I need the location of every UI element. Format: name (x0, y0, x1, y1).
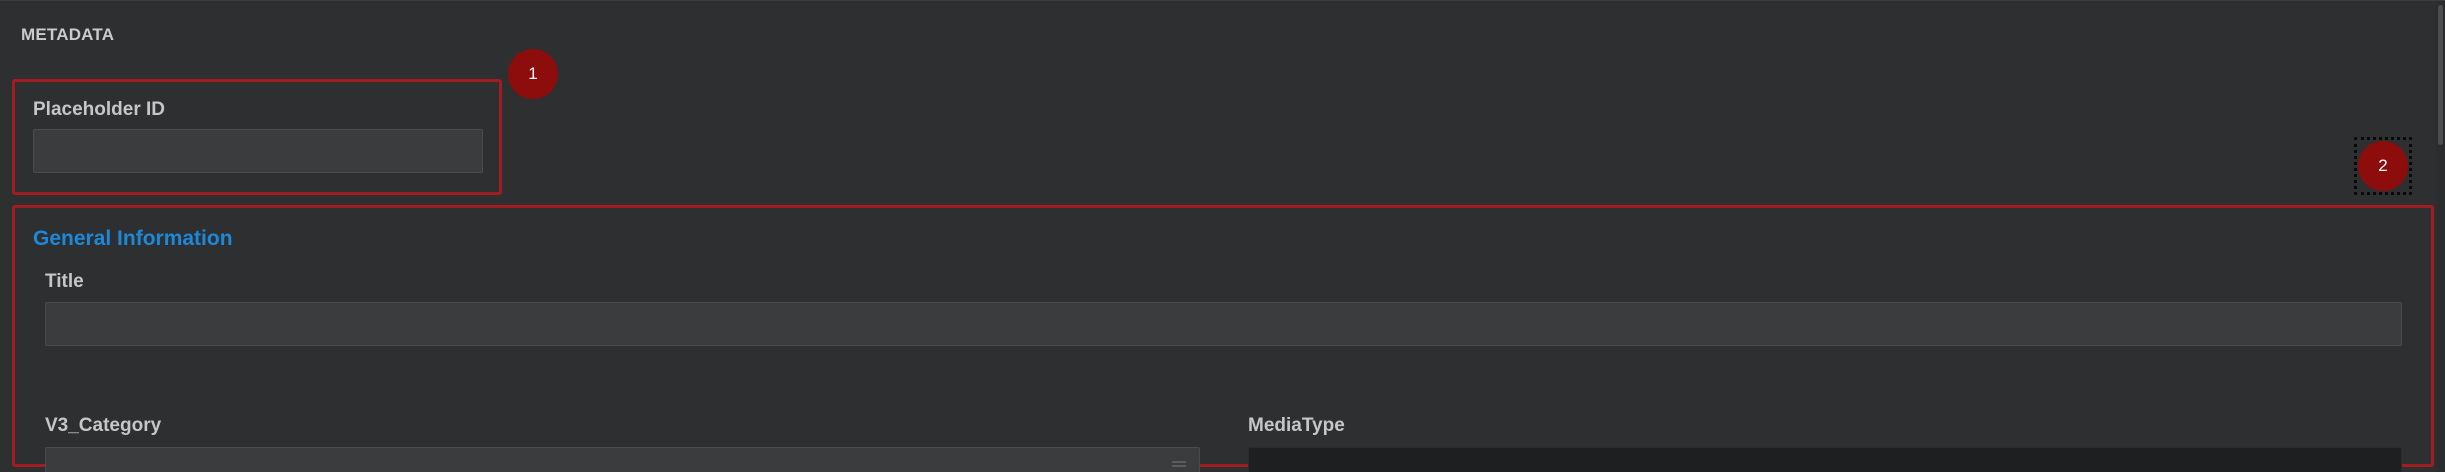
general-information-title: General Information (33, 227, 233, 250)
section-header: METADATA (21, 25, 115, 44)
media-type-input[interactable] (1248, 447, 2402, 472)
annotation-marker-1: 1 (508, 49, 558, 99)
v3-category-label: V3_Category (45, 415, 162, 436)
placeholder-id-label: Placeholder ID (33, 99, 165, 120)
metadata-panel: METADATA Placeholder ID 1 2 General Info… (0, 0, 2445, 472)
scroll-thumb[interactable] (2438, 5, 2443, 145)
placeholder-id-input[interactable] (33, 129, 483, 173)
annotation-marker-2: 2 (2358, 141, 2408, 191)
title-label: Title (45, 271, 84, 292)
vertical-scrollbar[interactable] (2436, 1, 2445, 472)
title-input[interactable] (45, 302, 2402, 346)
v3-category-input[interactable] (45, 447, 1200, 472)
media-type-label: MediaType (1248, 415, 1345, 436)
resize-grip-icon[interactable] (1172, 461, 1186, 467)
